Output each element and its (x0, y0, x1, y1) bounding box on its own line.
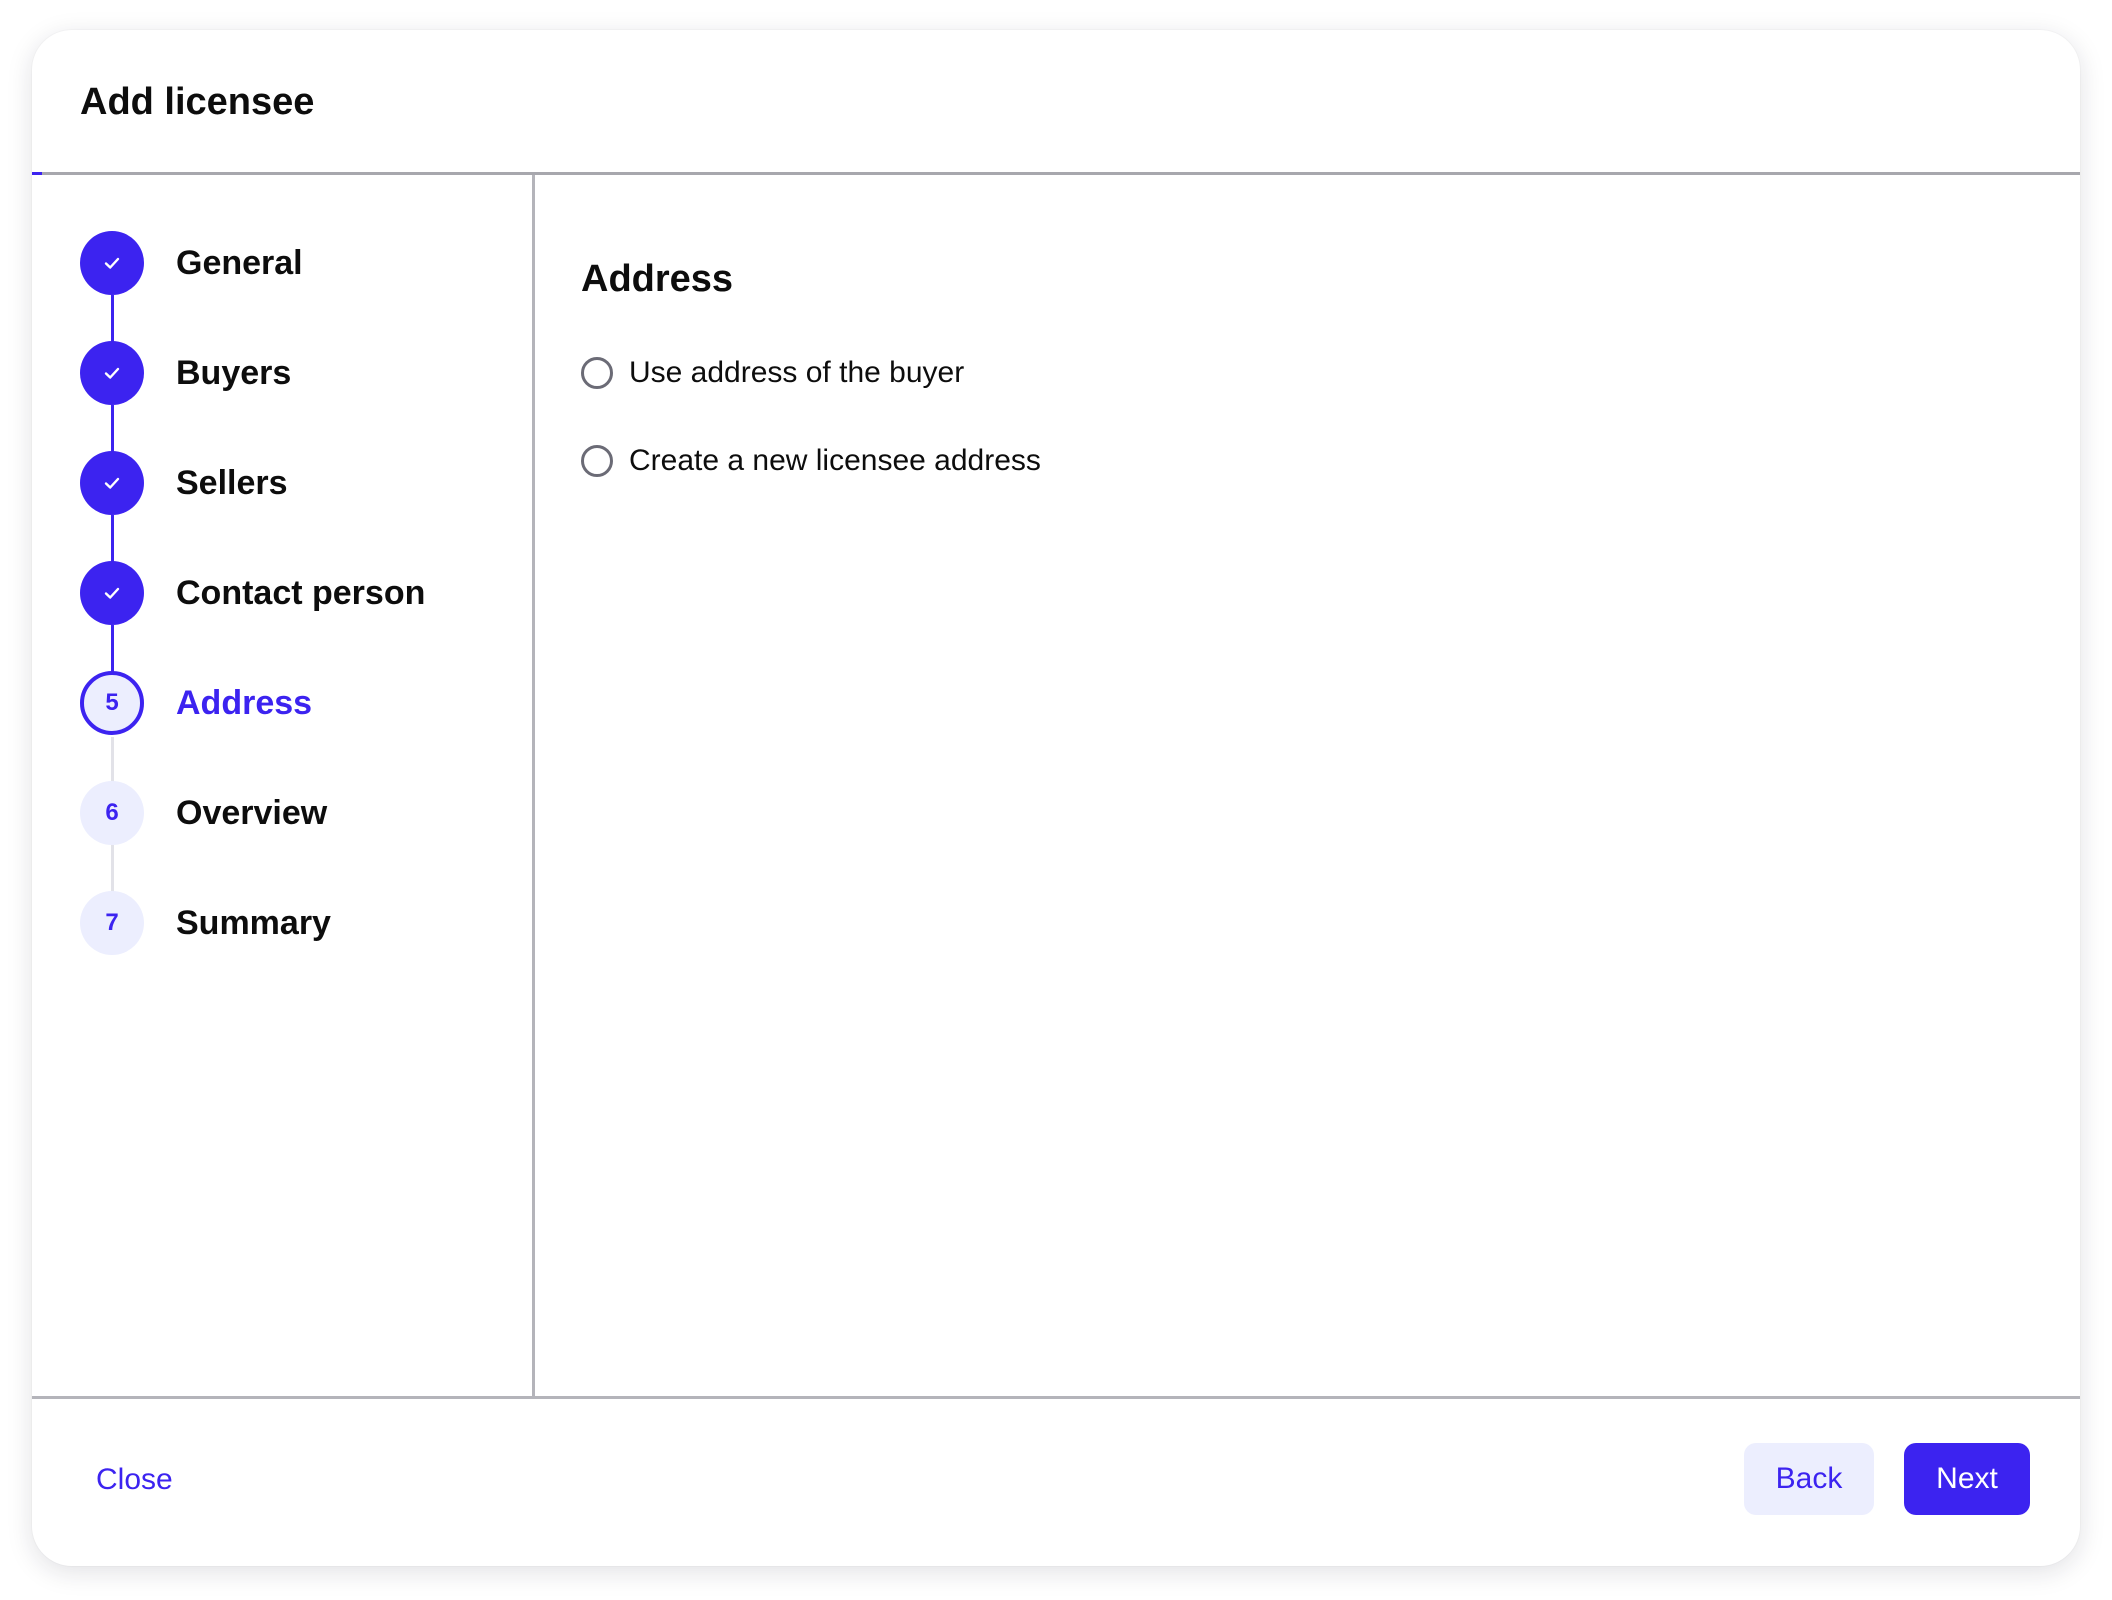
step-label: Sellers (176, 464, 288, 502)
close-button[interactable]: Close (96, 1462, 173, 1498)
step-buyers[interactable]: Buyers (80, 341, 520, 407)
step-label: Address (176, 684, 313, 722)
step-circle (80, 231, 144, 295)
step-summary[interactable]: 7 Summary (80, 891, 520, 957)
step-circle: 7 (80, 891, 144, 955)
radio-use-buyer-address[interactable]: Use address of the buyer (581, 353, 964, 393)
dialog-footer: Close Back Next (32, 1396, 2080, 1566)
radio-label: Create a new licensee address (629, 444, 1041, 477)
back-button[interactable]: Back (1744, 1443, 1874, 1515)
dialog-title: Add licensee (80, 81, 315, 123)
radio-button[interactable] (581, 445, 613, 477)
radio-create-new-address[interactable]: Create a new licensee address (581, 441, 1041, 481)
step-label: Contact person (176, 574, 426, 612)
radio-button[interactable] (581, 357, 613, 389)
step-label: Overview (176, 794, 328, 832)
next-button[interactable]: Next (1904, 1443, 2030, 1515)
step-address[interactable]: 5 Address (80, 671, 520, 737)
step-circle (80, 561, 144, 625)
step-label: Summary (176, 904, 331, 942)
step-label: General (176, 244, 303, 282)
stepper: General Buyers Sellers Contact person 5 … (32, 175, 535, 1396)
section-title: Address (581, 258, 734, 300)
step-sellers[interactable]: Sellers (80, 451, 520, 517)
check-icon (104, 257, 120, 269)
step-overview[interactable]: 6 Overview (80, 781, 520, 847)
dialog-header: Add licensee (32, 30, 2080, 175)
radio-label: Use address of the buyer (629, 356, 965, 389)
check-icon (104, 477, 120, 489)
step-label: Buyers (176, 354, 292, 392)
step-content: Address Use address of the buyer Create … (535, 175, 2080, 1396)
step-contact-person[interactable]: Contact person (80, 561, 520, 627)
step-circle: 5 (80, 671, 144, 735)
check-icon (104, 587, 120, 599)
step-circle: 6 (80, 781, 144, 845)
add-licensee-dialog: Add licensee General Buyers Sellers Cont… (32, 30, 2080, 1566)
step-general[interactable]: General (80, 231, 520, 297)
step-circle (80, 451, 144, 515)
step-circle (80, 341, 144, 405)
check-icon (104, 367, 120, 379)
